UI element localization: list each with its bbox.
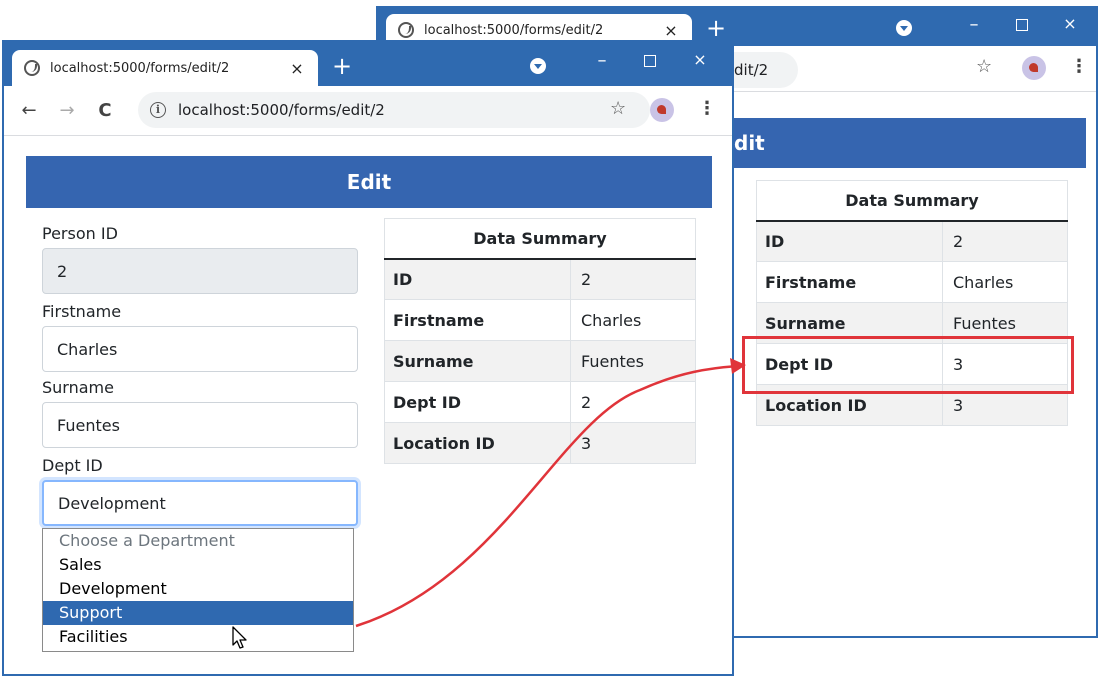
profile-icon[interactable] (896, 20, 912, 36)
firstname-value: Charles (57, 339, 118, 359)
person-id-label: Person ID (42, 224, 118, 243)
plus-icon[interactable]: + (332, 54, 352, 78)
plus-icon[interactable]: + (706, 16, 726, 40)
tab-title: localhost:5000/forms/edit/2 (424, 22, 604, 38)
close-icon[interactable]: × (288, 59, 306, 78)
table-title: Data Summary (384, 218, 696, 260)
dept-selected-value: Development (58, 493, 166, 513)
surname-label: Surname (42, 378, 114, 397)
forward-arrow-icon[interactable]: → (56, 100, 78, 121)
maximize-icon[interactable] (630, 52, 670, 71)
address-bar[interactable]: i localhost:5000/forms/edit/2 (138, 92, 650, 128)
reload-icon[interactable]: C (94, 100, 116, 121)
table-row: Surname Fuentes (384, 340, 696, 382)
firstname-field[interactable]: Charles (42, 326, 358, 372)
row-value: Charles (942, 261, 1068, 303)
extension-icon[interactable] (1022, 56, 1046, 80)
minimize-icon[interactable]: – (954, 14, 994, 35)
page-title: Edit (346, 170, 392, 194)
browser-toolbar: ← → C i localhost:5000/forms/edit/2 ☆ ⋮ (4, 86, 732, 136)
surname-value: Fuentes (57, 415, 120, 435)
person-id-field: 2 (42, 248, 358, 294)
table-row: ID 2 (756, 220, 1068, 262)
maximize-icon[interactable] (1002, 16, 1042, 35)
row-value: Charles (570, 299, 696, 341)
person-id-value: 2 (57, 261, 68, 281)
menu-icon[interactable]: ⋮ (1070, 56, 1088, 77)
dept-dropdown-list: Choose a Department Sales Development Su… (42, 528, 354, 652)
star-icon[interactable]: ☆ (976, 56, 992, 77)
browser-window-front: localhost:5000/forms/edit/2 × + – × ← → … (2, 40, 734, 676)
row-value: 2 (570, 381, 696, 423)
close-icon[interactable]: × (662, 21, 680, 40)
screenshot: localhost:5000/forms/edit/2 × + – × dit/… (0, 0, 1102, 681)
profile-icon[interactable] (530, 58, 546, 74)
table-title: Data Summary (756, 180, 1068, 222)
table-row: Dept ID 2 (384, 381, 696, 423)
row-key: Location ID (384, 422, 571, 464)
url-text: dit/2 (734, 61, 769, 79)
dropdown-option-highlighted[interactable]: Support (43, 601, 353, 625)
browser-tab[interactable]: localhost:5000/forms/edit/2 × (12, 50, 318, 86)
row-key: Firstname (384, 299, 571, 341)
data-summary-table: Data Summary ID 2 Firstname Charles Surnam… (384, 218, 696, 464)
page-title: dit (734, 131, 765, 155)
title-bar: localhost:5000/forms/edit/2 × + – × (4, 42, 732, 86)
dropdown-option[interactable]: Development (43, 577, 353, 601)
globe-icon (398, 22, 414, 38)
table-row: ID 2 (384, 258, 696, 300)
table-row: Firstname Charles (384, 299, 696, 341)
info-icon[interactable]: i (150, 102, 166, 118)
surname-field[interactable]: Fuentes (42, 402, 358, 448)
star-icon[interactable]: ☆ (610, 98, 626, 119)
row-value: 3 (570, 422, 696, 464)
page-header: Edit (26, 156, 712, 208)
dropdown-option[interactable]: Sales (43, 553, 353, 577)
dept-id-label: Dept ID (42, 456, 103, 475)
extension-icon[interactable] (650, 98, 674, 122)
row-key: Firstname (756, 261, 943, 303)
globe-icon (24, 60, 40, 76)
table-row: Firstname Charles (756, 261, 1068, 303)
highlight-box (742, 336, 1074, 394)
page-header: dit (734, 118, 1086, 168)
close-icon[interactable]: × (1050, 14, 1090, 33)
row-key: ID (756, 220, 943, 262)
close-icon[interactable]: × (680, 50, 720, 69)
row-value: Fuentes (570, 340, 696, 382)
row-key: Dept ID (384, 381, 571, 423)
dept-select[interactable]: Development (42, 480, 358, 526)
tab-title: localhost:5000/forms/edit/2 (50, 60, 230, 76)
row-key: Surname (384, 340, 571, 382)
row-value: 2 (942, 220, 1068, 262)
cursor-icon (232, 626, 247, 649)
firstname-label: Firstname (42, 302, 122, 321)
dropdown-option[interactable]: Facilities (43, 625, 353, 649)
minimize-icon[interactable]: – (582, 50, 622, 71)
table-row: Location ID 3 (384, 422, 696, 464)
menu-icon[interactable]: ⋮ (698, 98, 716, 119)
dropdown-option[interactable]: Choose a Department (43, 529, 353, 553)
back-arrow-icon[interactable]: ← (18, 100, 40, 121)
row-value: 2 (570, 258, 696, 300)
row-key: ID (384, 258, 571, 300)
url-text: localhost:5000/forms/edit/2 (178, 101, 385, 119)
